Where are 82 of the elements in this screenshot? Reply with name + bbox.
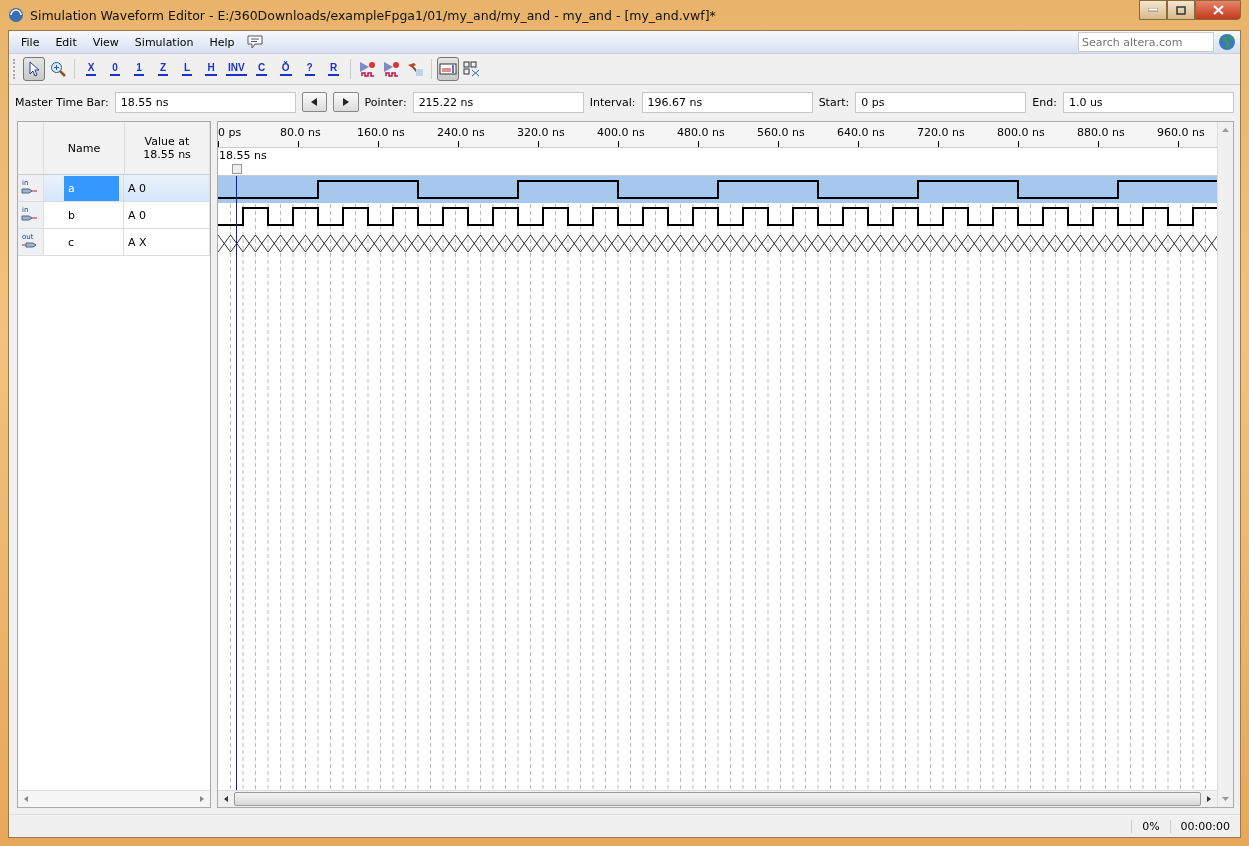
pointer-icon <box>27 61 41 77</box>
column-header: Name <box>44 122 125 174</box>
master-time-label: 18.55 ns <box>219 149 267 162</box>
zoom-icon <box>50 61 66 77</box>
time-tick-label: 80.0 ns <box>280 126 321 139</box>
time-tick-label: 720.0 ns <box>917 126 965 139</box>
left-arrow-icon <box>24 796 28 802</box>
time-bar-handle[interactable] <box>232 164 242 174</box>
simulate-icon <box>357 61 376 77</box>
app-icon <box>8 7 24 23</box>
down-arrow-icon <box>1222 797 1229 801</box>
time-tick-label: 0 ps <box>218 126 242 139</box>
left-arrow-icon <box>311 98 318 106</box>
scrollbar-thumb[interactable] <box>234 792 1201 806</box>
window-title: Simulation Waveform Editor - E:/360Downloads/exampleFpga1/01/my_and/my_and - my_and - [my_and.vwf]* <box>30 7 716 23</box>
layout-icon <box>438 62 457 76</box>
signal-value: A X <box>124 229 210 255</box>
progress-text: 0% <box>1131 819 1170 833</box>
column-header: Value at 18.55 ns <box>125 122 210 174</box>
simulate-icon <box>381 61 400 77</box>
toolbar-button[interactable] <box>23 57 45 81</box>
toolbar-button[interactable]: Z <box>152 57 174 81</box>
time-field[interactable]: 1.0 us <box>1062 91 1234 113</box>
field-label: Interval: <box>589 95 636 109</box>
signal-name: c <box>67 234 76 251</box>
time-tick-label: 320.0 ns <box>517 126 565 139</box>
restore-icon <box>1176 5 1186 15</box>
field-label: Start: <box>818 95 850 109</box>
right-arrow-icon <box>1207 796 1211 802</box>
minimize-icon <box>1148 8 1158 12</box>
toolbar-button[interactable]: INV <box>224 57 249 81</box>
close-icon <box>1212 5 1224 15</box>
time-tick-label: 480.0 ns <box>677 126 725 139</box>
signal-name: b <box>67 207 76 224</box>
time-tick-label: 560.0 ns <box>757 126 805 139</box>
signal-value: A 0 <box>124 175 210 201</box>
menu-item[interactable]: Help <box>201 35 243 49</box>
menu-item[interactable]: Simulation <box>126 35 202 49</box>
menu-item[interactable]: View <box>84 35 127 49</box>
toolbar-button[interactable]: R <box>322 57 345 81</box>
field-label: Pointer: <box>364 95 407 109</box>
previous-button[interactable] <box>301 92 328 112</box>
toolbar-button[interactable]: ? <box>298 57 321 81</box>
time-tick-label: 960.0 ns <box>1157 126 1205 139</box>
time-field[interactable]: 18.55 ns <box>114 91 296 113</box>
minimize-button[interactable] <box>1139 0 1167 20</box>
globe-icon[interactable] <box>1218 33 1236 51</box>
time-tick-label: 400.0 ns <box>597 126 645 139</box>
menu-item[interactable]: Edit <box>47 35 85 49</box>
time-tick-label: 240.0 ns <box>437 126 485 139</box>
toolbar-button[interactable]: 0 <box>104 57 126 81</box>
time-tick-label: 880.0 ns <box>1077 126 1125 139</box>
time-field[interactable]: 215.22 ns <box>412 91 584 113</box>
maximize-button[interactable] <box>1167 0 1195 20</box>
search-field[interactable]: Search altera.com <box>1078 32 1214 52</box>
close-button[interactable] <box>1195 0 1241 20</box>
toolbar-button[interactable]: X <box>80 57 102 81</box>
signal-value: A 0 <box>124 202 210 228</box>
menu-item[interactable]: File <box>13 35 48 49</box>
field-label: Master Time Bar: <box>15 95 109 109</box>
grid-icon <box>462 61 481 77</box>
toolbar-button[interactable] <box>436 57 459 81</box>
time-tick-label: 640.0 ns <box>837 126 885 139</box>
left-arrow-icon <box>224 796 228 802</box>
toolbar-button[interactable]: 1 <box>128 57 150 81</box>
time-tick-label: 160.0 ns <box>357 126 405 139</box>
field-label: End: <box>1032 95 1057 109</box>
time-tick-label: 800.0 ns <box>997 126 1045 139</box>
up-arrow-icon <box>1222 128 1229 132</box>
toolbar-button[interactable]: L <box>176 57 198 81</box>
right-arrow-icon <box>200 796 204 802</box>
elapsed-time: 00:00:00 <box>1169 819 1240 833</box>
signal-waveform[interactable] <box>218 176 1217 203</box>
right-arrow-icon <box>342 98 349 106</box>
next-button[interactable] <box>333 92 359 112</box>
toolbar-button[interactable]: Ŏ <box>274 57 297 81</box>
time-field[interactable]: 0 ps <box>855 91 1027 113</box>
toolbar-button[interactable]: H <box>200 57 222 81</box>
signal-name: a <box>64 175 119 201</box>
toolbar-button[interactable]: C <box>250 57 273 81</box>
time-field[interactable]: 196.67 ns <box>641 91 813 113</box>
speech-bubble-icon[interactable] <box>246 35 263 49</box>
